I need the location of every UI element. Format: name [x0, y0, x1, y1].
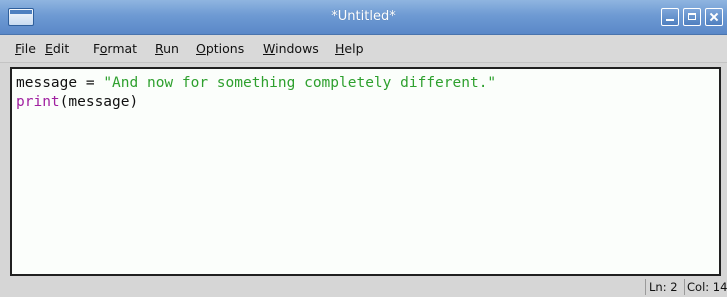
code-editor[interactable]: message = "And now for something complet… [10, 67, 721, 276]
menu-options-label: ptions [205, 41, 245, 56]
menu-help-mnemonic: H [335, 41, 345, 56]
menu-help-label: elp [344, 41, 364, 56]
menu-file[interactable]: File [15, 41, 36, 56]
menu-windows-label: indows [275, 41, 319, 56]
menu-windows[interactable]: Windows [263, 41, 319, 56]
code-variable: message [16, 75, 78, 91]
status-line-number: Ln: 2 [649, 280, 678, 294]
code-string: "And now for something completely differ… [103, 75, 497, 91]
menu-bar: File Edit Format Run Options Windows Hel… [0, 35, 727, 63]
window-title: *Untitled* [331, 9, 396, 24]
menu-help[interactable]: Help [335, 41, 364, 56]
code-builtin: print [16, 94, 60, 110]
status-column-number: Col: 14 [687, 280, 727, 294]
menu-edit-label: dit [52, 41, 70, 56]
maximize-icon[interactable] [683, 8, 701, 26]
code-line: print(message) [16, 93, 138, 111]
status-separator [645, 279, 646, 295]
menu-options[interactable]: Options [196, 41, 244, 56]
code-operator: = [77, 75, 104, 91]
menu-format[interactable]: Format [93, 41, 137, 56]
menu-windows-mnemonic: W [263, 41, 276, 56]
menu-edit-mnemonic: E [45, 41, 53, 56]
menu-options-mnemonic: O [196, 41, 206, 56]
status-separator [684, 279, 685, 295]
close-icon[interactable] [705, 8, 723, 26]
minimize-icon[interactable] [661, 8, 679, 26]
menu-run-mnemonic: R [155, 41, 164, 56]
menu-format-label: rmat [107, 41, 138, 56]
code-line: message = "And now for something complet… [16, 74, 496, 92]
menu-edit[interactable]: Edit [45, 41, 69, 56]
menu-run-label: un [163, 41, 179, 56]
status-bar: Ln: 2 Col: 14 [0, 277, 727, 297]
menu-format-prefix: F [93, 41, 100, 56]
code-arguments: (message) [59, 94, 139, 110]
menu-file-label: ile [21, 41, 36, 56]
menu-run[interactable]: Run [155, 41, 179, 56]
title-bar[interactable]: *Untitled* [0, 0, 727, 35]
